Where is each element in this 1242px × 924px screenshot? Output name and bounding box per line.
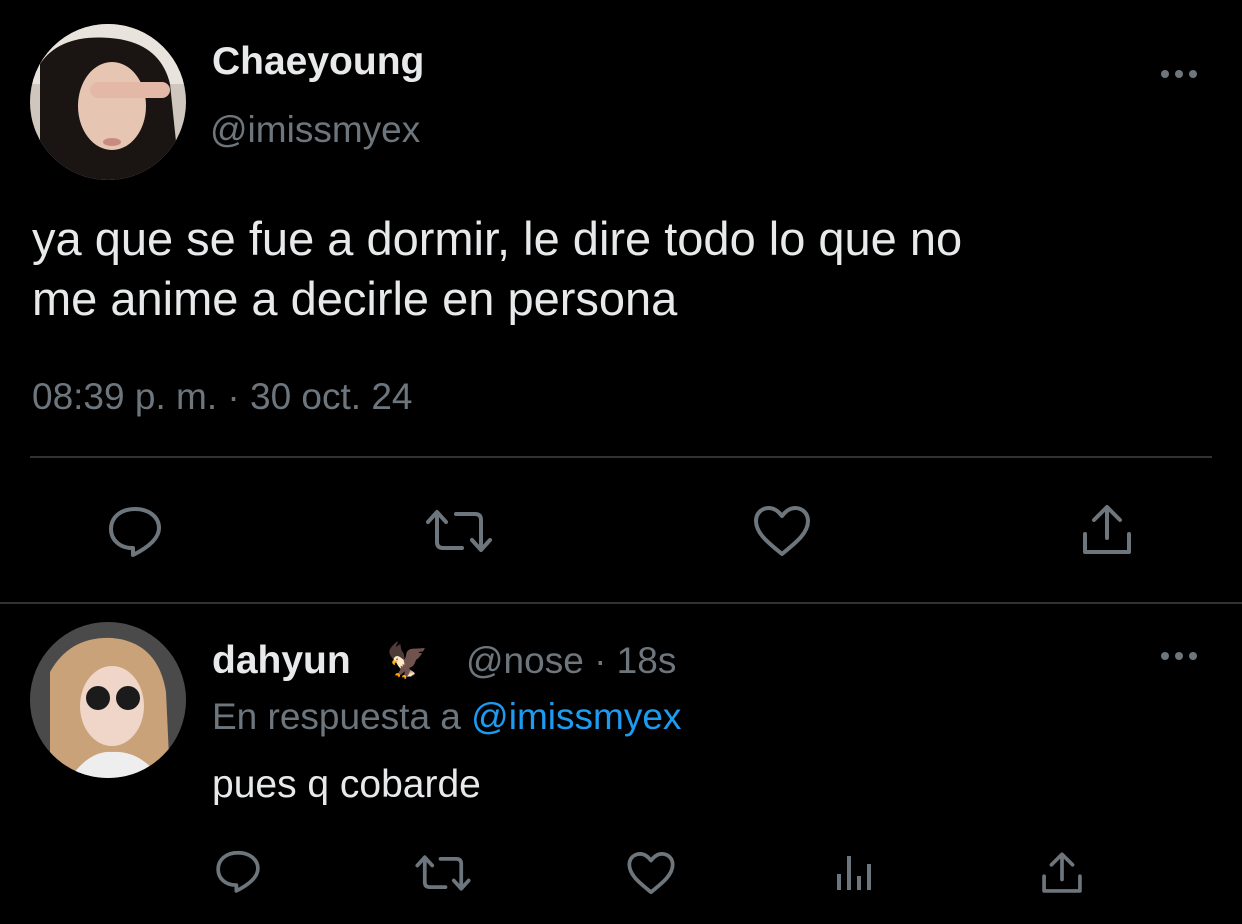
replying-to-link[interactable]: @imissmyex — [471, 696, 681, 737]
like-icon[interactable] — [752, 504, 812, 558]
reply-text: pues q cobarde — [212, 763, 481, 806]
more-horizontal-icon[interactable] — [1158, 62, 1200, 86]
replying-to-line: En respuesta a @imissmyex — [212, 694, 681, 740]
retweet-icon[interactable] — [414, 852, 472, 894]
tweet-text-line-1: ya que se fue a dormir, le dire todo lo … — [32, 212, 963, 265]
tweet-text-line-2: me anime a decirle en persona — [32, 272, 678, 325]
author-name[interactable]: Chaeyoung — [212, 40, 424, 84]
tweet-timestamp[interactable]: 08:39 p. m. · 30 oct. 24 — [32, 374, 413, 420]
retweet-icon[interactable] — [424, 506, 494, 556]
share-icon[interactable] — [1080, 502, 1134, 558]
reply-icon[interactable] — [106, 504, 164, 558]
divider — [30, 456, 1212, 458]
eagle-badge-icon: 🦅 — [386, 642, 429, 680]
reply-meta[interactable]: @nose · 18s — [466, 638, 676, 684]
like-icon[interactable] — [626, 850, 676, 896]
share-icon[interactable] — [1040, 850, 1084, 896]
reply-author-name[interactable]: dahyun — [212, 638, 351, 684]
views-icon[interactable] — [834, 852, 878, 892]
reply-author-avatar[interactable] — [30, 622, 186, 778]
reply-icon[interactable] — [214, 848, 262, 894]
divider — [0, 602, 1242, 604]
more-horizontal-icon[interactable] — [1158, 644, 1200, 668]
author-handle[interactable]: @imissmyex — [210, 108, 420, 152]
author-avatar[interactable] — [30, 24, 186, 180]
replying-prefix: En respuesta a — [212, 696, 461, 737]
